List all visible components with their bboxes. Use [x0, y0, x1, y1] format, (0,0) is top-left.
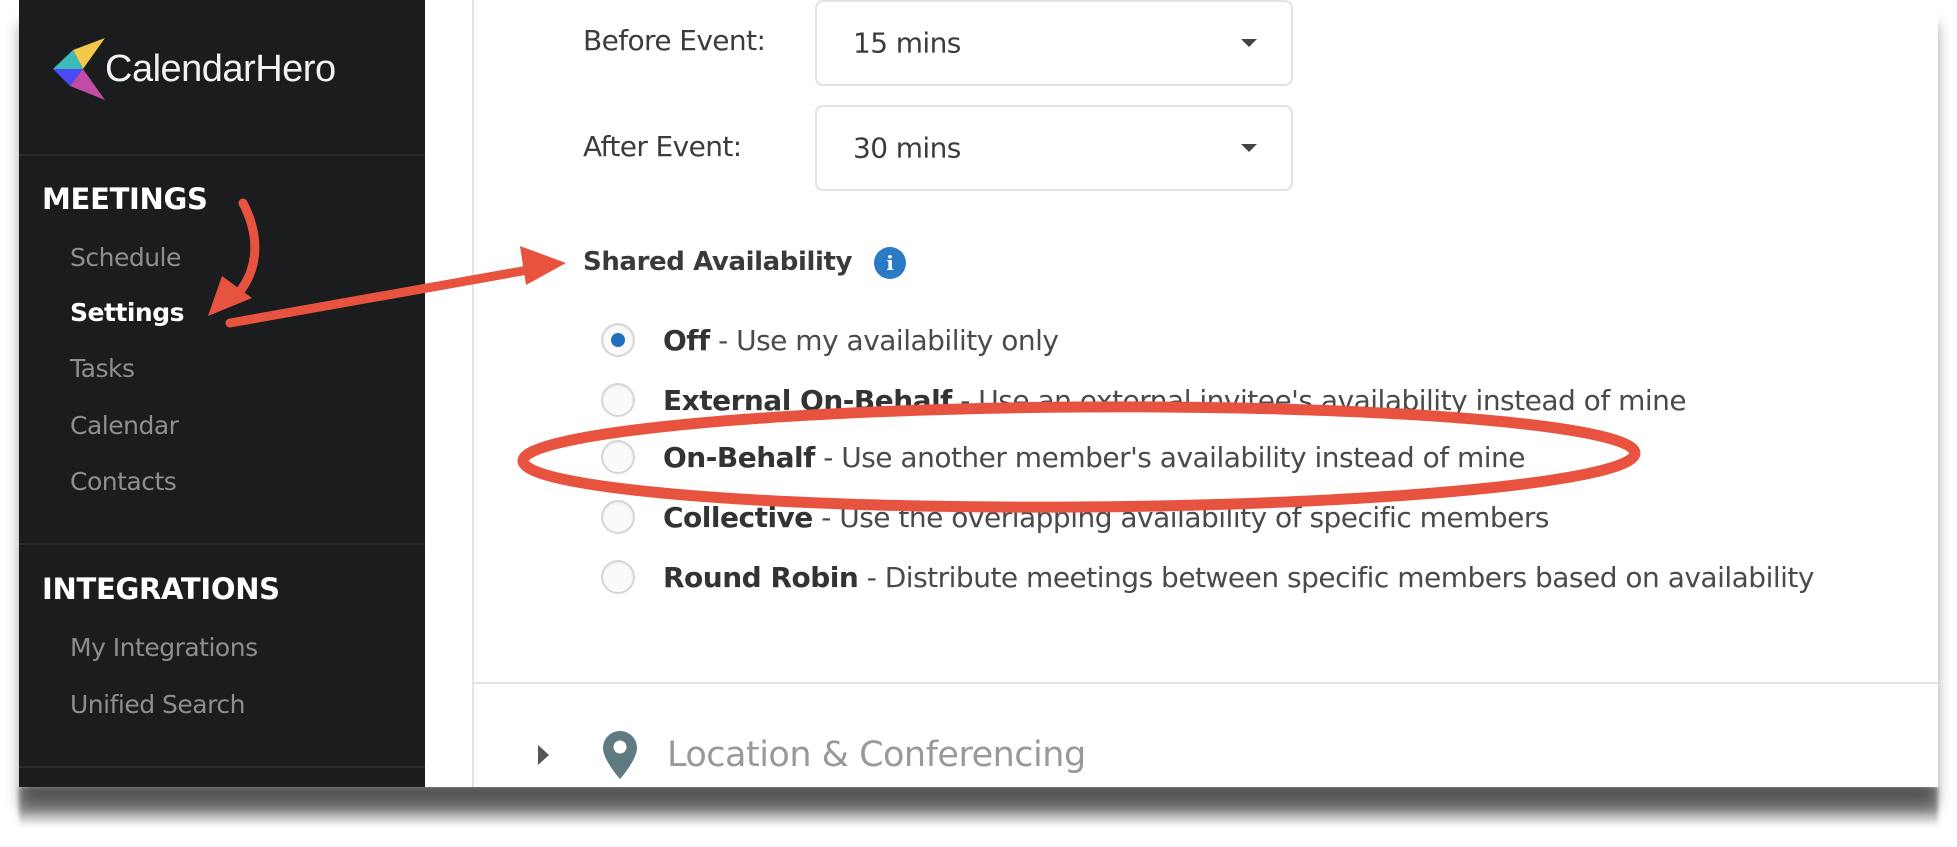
option-name: Collective: [663, 500, 813, 534]
radio-option-on-behalf[interactable]: On-Behalf - Use another member's availab…: [601, 437, 1526, 477]
sidebar-divider: [19, 766, 425, 768]
option-separator: -: [812, 500, 840, 534]
shared-availability-title: Shared Availability: [583, 247, 853, 277]
radio-option-off[interactable]: Off - Use my availability only: [601, 320, 1059, 360]
sidebar-divider: [19, 154, 425, 156]
chevron-down-icon: [1241, 39, 1257, 47]
radio-option-round-robin[interactable]: Round Robin - Distribute meetings betwee…: [601, 557, 1814, 597]
sidebar-item-contacts[interactable]: Contacts: [70, 467, 177, 496]
after-event-select[interactable]: 30 mins: [815, 105, 1293, 191]
before-event-select[interactable]: 15 mins: [815, 0, 1293, 86]
location-conferencing-title: Location & Conferencing: [667, 735, 1086, 775]
sidebar-item-schedule[interactable]: Schedule: [70, 243, 181, 272]
option-name: Off: [663, 323, 710, 357]
option-name: External On-Behalf: [663, 383, 952, 417]
calendarhero-logo-icon: [53, 38, 105, 100]
radio-button[interactable]: [601, 383, 635, 417]
sidebar-item-unified-search[interactable]: Unified Search: [70, 690, 245, 719]
option-separator: -: [858, 560, 885, 594]
before-event-value: 15 mins: [853, 26, 961, 60]
chevron-down-icon: [1241, 144, 1257, 152]
option-separator: -: [814, 440, 842, 474]
radio-button[interactable]: [601, 500, 635, 534]
before-event-label: Before Event:: [583, 24, 766, 57]
sidebar-item-tasks[interactable]: Tasks: [70, 354, 135, 383]
option-name: On-Behalf: [663, 440, 815, 474]
radio-button[interactable]: [601, 560, 635, 594]
option-separator: -: [709, 323, 737, 357]
map-pin-icon: [603, 731, 637, 779]
info-icon[interactable]: i: [874, 247, 906, 279]
radio-option-external-on-behalf[interactable]: External On-Behalf - Use an external inv…: [601, 380, 1687, 420]
sidebar: CalendarHero MEETINGS Schedule Settings …: [19, 0, 425, 787]
sidebar-item-calendar[interactable]: Calendar: [70, 411, 179, 440]
location-conferencing-section[interactable]: Location & Conferencing: [538, 730, 1086, 780]
radio-label: Off - Use my availability only: [663, 323, 1059, 357]
settings-panel: Before Event: 15 mins After Event: 30 mi…: [425, 0, 1938, 787]
option-description: Use my availability only: [736, 323, 1059, 357]
window-shadow: [19, 787, 1938, 827]
option-name: Round Robin: [663, 560, 859, 594]
radio-label: Round Robin - Distribute meetings betwee…: [663, 561, 1814, 594]
app-window: CalendarHero MEETINGS Schedule Settings …: [19, 0, 1938, 787]
sidebar-heading-meetings: MEETINGS: [42, 182, 208, 216]
option-description: Use another member's availability instea…: [841, 440, 1526, 474]
radio-button[interactable]: [601, 323, 635, 357]
option-separator: -: [951, 383, 979, 417]
radio-label: On-Behalf - Use another member's availab…: [663, 440, 1526, 474]
caret-right-icon[interactable]: [538, 745, 549, 765]
logo[interactable]: CalendarHero: [53, 38, 336, 100]
option-description: Use the overlapping availability of spec…: [839, 500, 1550, 534]
radio-option-collective[interactable]: Collective - Use the overlapping availab…: [601, 497, 1550, 537]
panel-border: [472, 0, 474, 787]
section-divider: [472, 682, 1938, 684]
after-event-value: 30 mins: [853, 131, 961, 165]
option-description: Use an external invitee's availability i…: [978, 383, 1687, 417]
radio-label: External On-Behalf - Use an external inv…: [663, 383, 1687, 417]
sidebar-heading-integrations: INTEGRATIONS: [42, 572, 280, 606]
option-description: Distribute meetings between specific mem…: [884, 560, 1815, 594]
sidebar-item-my-integrations[interactable]: My Integrations: [70, 633, 258, 662]
after-event-label: After Event:: [583, 130, 742, 163]
radio-button[interactable]: [601, 440, 635, 474]
radio-label: Collective - Use the overlapping availab…: [663, 500, 1550, 534]
sidebar-divider: [19, 543, 425, 545]
app-name: CalendarHero: [105, 47, 336, 90]
sidebar-item-settings[interactable]: Settings: [70, 298, 185, 327]
